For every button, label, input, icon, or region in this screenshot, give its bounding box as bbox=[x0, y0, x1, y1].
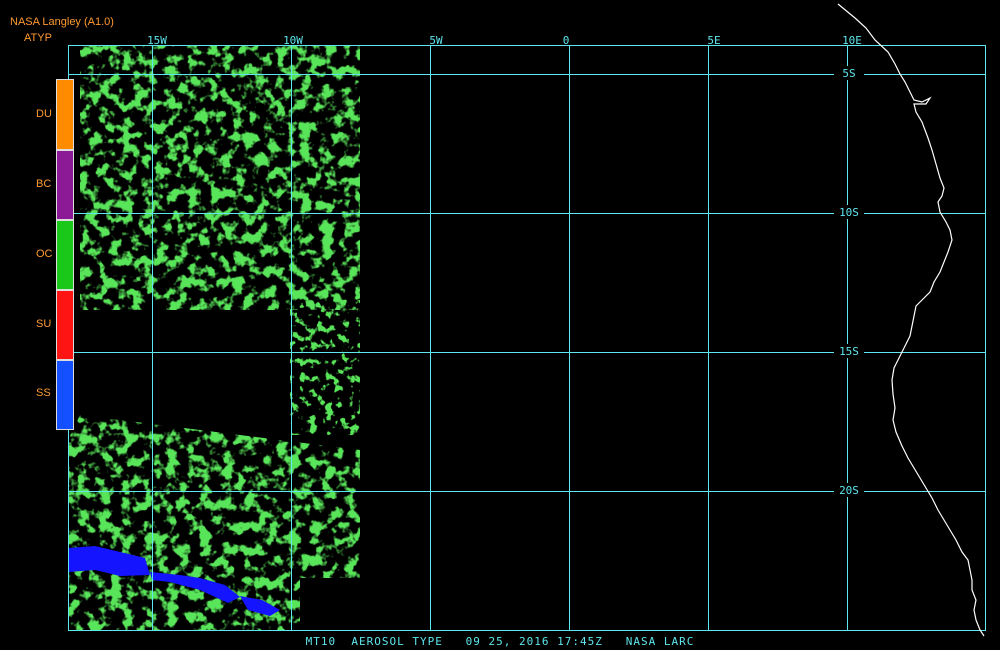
lon-label: 15W bbox=[147, 34, 167, 47]
lat-label: 20S bbox=[839, 484, 859, 497]
legend-label-du: DU bbox=[36, 108, 52, 120]
coastline bbox=[837, 3, 985, 637]
legend-label-su: SU bbox=[36, 318, 52, 330]
lon-label: 5E bbox=[707, 34, 720, 47]
product-label: ATYP bbox=[24, 32, 52, 44]
legend-swatch-ss bbox=[56, 360, 74, 430]
lon-label: 10W bbox=[283, 34, 303, 47]
lat-label: 5S bbox=[842, 67, 855, 80]
aerosol-swath bbox=[68, 45, 360, 630]
image-caption: MT10 AEROSOL TYPE 09 25, 2016 17:45Z NAS… bbox=[305, 635, 695, 648]
lat-label: 10S bbox=[839, 206, 859, 219]
aerosol-map: 15W 10W 5W 0 5E 10E 5S 10S 15S 20S bbox=[68, 3, 986, 637]
legend-swatch-su bbox=[56, 290, 74, 360]
legend-swatch-du bbox=[56, 79, 74, 150]
legend-label-ss: SS bbox=[36, 387, 51, 399]
lat-label: 15S bbox=[839, 345, 859, 358]
legend-label-bc: BC bbox=[36, 178, 52, 190]
lon-label: 0 bbox=[563, 34, 570, 47]
legend-swatch-oc bbox=[56, 220, 74, 290]
source-label: NASA Langley (A1.0) bbox=[10, 16, 114, 28]
legend-swatch-bc bbox=[56, 150, 74, 220]
lon-label: 5W bbox=[429, 34, 443, 47]
legend-label-oc: OC bbox=[36, 248, 53, 260]
lon-label: 10E bbox=[842, 34, 862, 47]
